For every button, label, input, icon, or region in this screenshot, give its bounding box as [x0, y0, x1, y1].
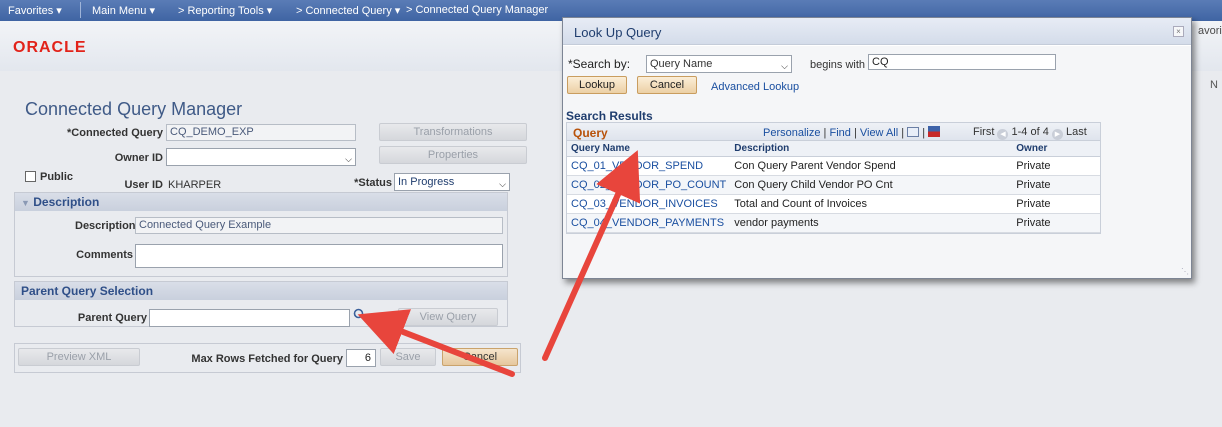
query-name-link[interactable]: CQ_01_VENDOR_SPEND — [567, 156, 731, 176]
favorites-link-right[interactable]: avorites — [1198, 25, 1222, 37]
query-description[interactable]: vendor payments — [730, 213, 1013, 233]
search-by-label: *Search by: — [568, 57, 631, 71]
personalize-link[interactable]: Personalize — [763, 127, 820, 139]
search-results-title: Search Results — [566, 109, 653, 123]
table-row[interactable]: CQ_02_VENDOR_PO_COUNT Con Query Child Ve… — [567, 175, 1100, 195]
save-button[interactable]: Save — [380, 348, 436, 366]
download-grid-icon[interactable] — [928, 126, 941, 137]
properties-button[interactable]: Properties — [379, 146, 527, 164]
begins-with-label: begins with — [810, 59, 866, 71]
query-owner[interactable]: Private — [1012, 194, 1100, 214]
query-description[interactable]: Con Query Child Vendor PO Cnt — [730, 175, 1013, 195]
breadcrumb-connected-query[interactable]: > Connected Query ▾ — [296, 4, 400, 17]
description-header-label: Description — [33, 195, 100, 209]
query-name-link[interactable]: CQ_02_VENDOR_PO_COUNT — [567, 175, 731, 195]
search-results-grid: Query Personalize | Find | View All | | … — [566, 122, 1101, 234]
close-icon[interactable]: × — [1173, 26, 1184, 37]
status-select[interactable]: In Progress ⌵ — [394, 173, 510, 191]
parent-query-group: Parent Query Selection Parent Query View… — [14, 281, 508, 327]
public-checkbox[interactable] — [25, 171, 36, 182]
favorites-menu[interactable]: Favorites ▾ — [8, 4, 62, 17]
view-query-button[interactable]: View Query — [398, 308, 498, 326]
query-owner[interactable]: Private — [1012, 213, 1100, 233]
find-link[interactable]: Find — [829, 127, 850, 139]
first-label: First — [973, 126, 995, 138]
public-label: Public — [40, 171, 74, 183]
main-menu[interactable]: Main Menu ▾ — [92, 4, 155, 17]
row-range: 1-4 of 4 — [1011, 126, 1049, 138]
grid-header: Query Personalize | Find | View All | | … — [567, 123, 1100, 141]
comments-textarea[interactable] — [135, 244, 503, 268]
connected-query-field: CQ_DEMO_EXP — [166, 124, 356, 141]
max-rows-label: Max Rows Fetched for Query — [191, 353, 343, 365]
query-description[interactable]: Con Query Parent Vendor Spend — [730, 156, 1013, 176]
search-by-value: Query Name — [650, 58, 713, 70]
breadcrumb-reporting-tools[interactable]: > Reporting Tools ▾ — [178, 4, 272, 17]
next-page-icon[interactable]: ▶ — [1051, 129, 1063, 140]
dialog-body: *Search by: Query Name ⌵ begins with CQ … — [563, 46, 1191, 278]
grid-title: Query — [573, 126, 608, 140]
parent-query-label: Parent Query — [77, 312, 147, 324]
owner-id-label: Owner ID — [114, 152, 163, 164]
connected-query-label: *Connected Query — [67, 127, 163, 139]
view-all-link[interactable]: View All — [860, 127, 898, 139]
nav-separator — [80, 2, 81, 18]
dialog-title: Look Up Query — [574, 25, 662, 40]
oracle-logo: ORACLE — [13, 39, 87, 56]
description-group: ▼ Description Description Connected Quer… — [14, 192, 508, 277]
query-owner[interactable]: Private — [1012, 175, 1100, 195]
status-label: *Status — [354, 177, 392, 189]
right-edge-text: N — [1210, 79, 1218, 91]
description-label: Description — [75, 220, 136, 232]
last-label: Last — [1065, 126, 1087, 138]
chevron-down-icon: ⌵ — [345, 154, 352, 164]
column-header-query-name[interactable]: Query Name — [567, 141, 731, 157]
column-header-owner[interactable]: Owner — [1012, 141, 1100, 157]
lookup-button[interactable]: Lookup — [567, 76, 627, 94]
query-owner[interactable]: Private — [1012, 156, 1100, 176]
collapse-triangle-icon: ▼ — [21, 198, 30, 208]
dialog-titlebar[interactable]: Look Up Query × — [563, 18, 1191, 45]
zoom-grid-icon[interactable] — [907, 127, 920, 137]
table-row[interactable]: CQ_03_VENDOR_INVOICES Total and Count of… — [567, 194, 1100, 214]
table-row[interactable]: CQ_01_VENDOR_SPEND Con Query Parent Vend… — [567, 156, 1100, 176]
grid-tools: Personalize | Find | View All | | — [763, 126, 941, 139]
transformations-button[interactable]: Transformations — [379, 123, 527, 141]
column-header-description[interactable]: Description — [730, 141, 1013, 157]
page-title: Connected Query Manager — [25, 99, 243, 119]
search-icon[interactable] — [353, 308, 367, 322]
resize-grip-icon[interactable]: ⋱ — [1181, 267, 1189, 276]
user-id-label: User ID — [124, 179, 163, 191]
dialog-cancel-button[interactable]: Cancel — [637, 76, 697, 94]
query-name-link[interactable]: CQ_04_VENDOR_PAYMENTS — [567, 213, 731, 233]
table-header-row: Query Name Description Owner — [567, 141, 1100, 157]
description-header[interactable]: ▼ Description — [15, 193, 507, 211]
comments-label: Comments — [76, 249, 133, 261]
cancel-button[interactable]: Cancel — [442, 348, 518, 366]
query-name-link[interactable]: CQ_03_VENDOR_INVOICES — [567, 194, 731, 214]
parent-query-header: Parent Query Selection — [15, 282, 507, 300]
max-rows-input[interactable]: 6 — [346, 349, 376, 367]
query-description[interactable]: Total and Count of Invoices — [730, 194, 1013, 214]
results-table: Query Name Description Owner CQ_01_VENDO… — [567, 141, 1100, 233]
look-up-query-dialog: Look Up Query × *Search by: Query Name ⌵… — [562, 17, 1192, 279]
begins-with-input[interactable]: CQ — [868, 54, 1056, 70]
preview-xml-button[interactable]: Preview XML — [18, 348, 140, 366]
chevron-down-icon: ⌵ — [781, 61, 788, 71]
description-field[interactable]: Connected Query Example — [135, 217, 503, 234]
parent-query-input[interactable] — [149, 309, 350, 327]
table-row[interactable]: CQ_04_VENDOR_PAYMENTS vendor payments Pr… — [567, 213, 1100, 233]
grid-pager: First ◀ 1-4 of 4 ▶ Last — [973, 126, 1087, 140]
search-by-select[interactable]: Query Name ⌵ — [646, 55, 792, 73]
chevron-down-icon: ⌵ — [499, 179, 506, 189]
owner-id-select[interactable]: ⌵ — [166, 148, 356, 166]
user-id-value: KHARPER — [168, 179, 222, 191]
previous-page-icon[interactable]: ◀ — [997, 129, 1009, 140]
breadcrumb-connected-query-manager[interactable]: > Connected Query Manager — [406, 4, 548, 16]
status-value: In Progress — [398, 176, 455, 188]
advanced-lookup-link[interactable]: Advanced Lookup — [711, 81, 799, 93]
